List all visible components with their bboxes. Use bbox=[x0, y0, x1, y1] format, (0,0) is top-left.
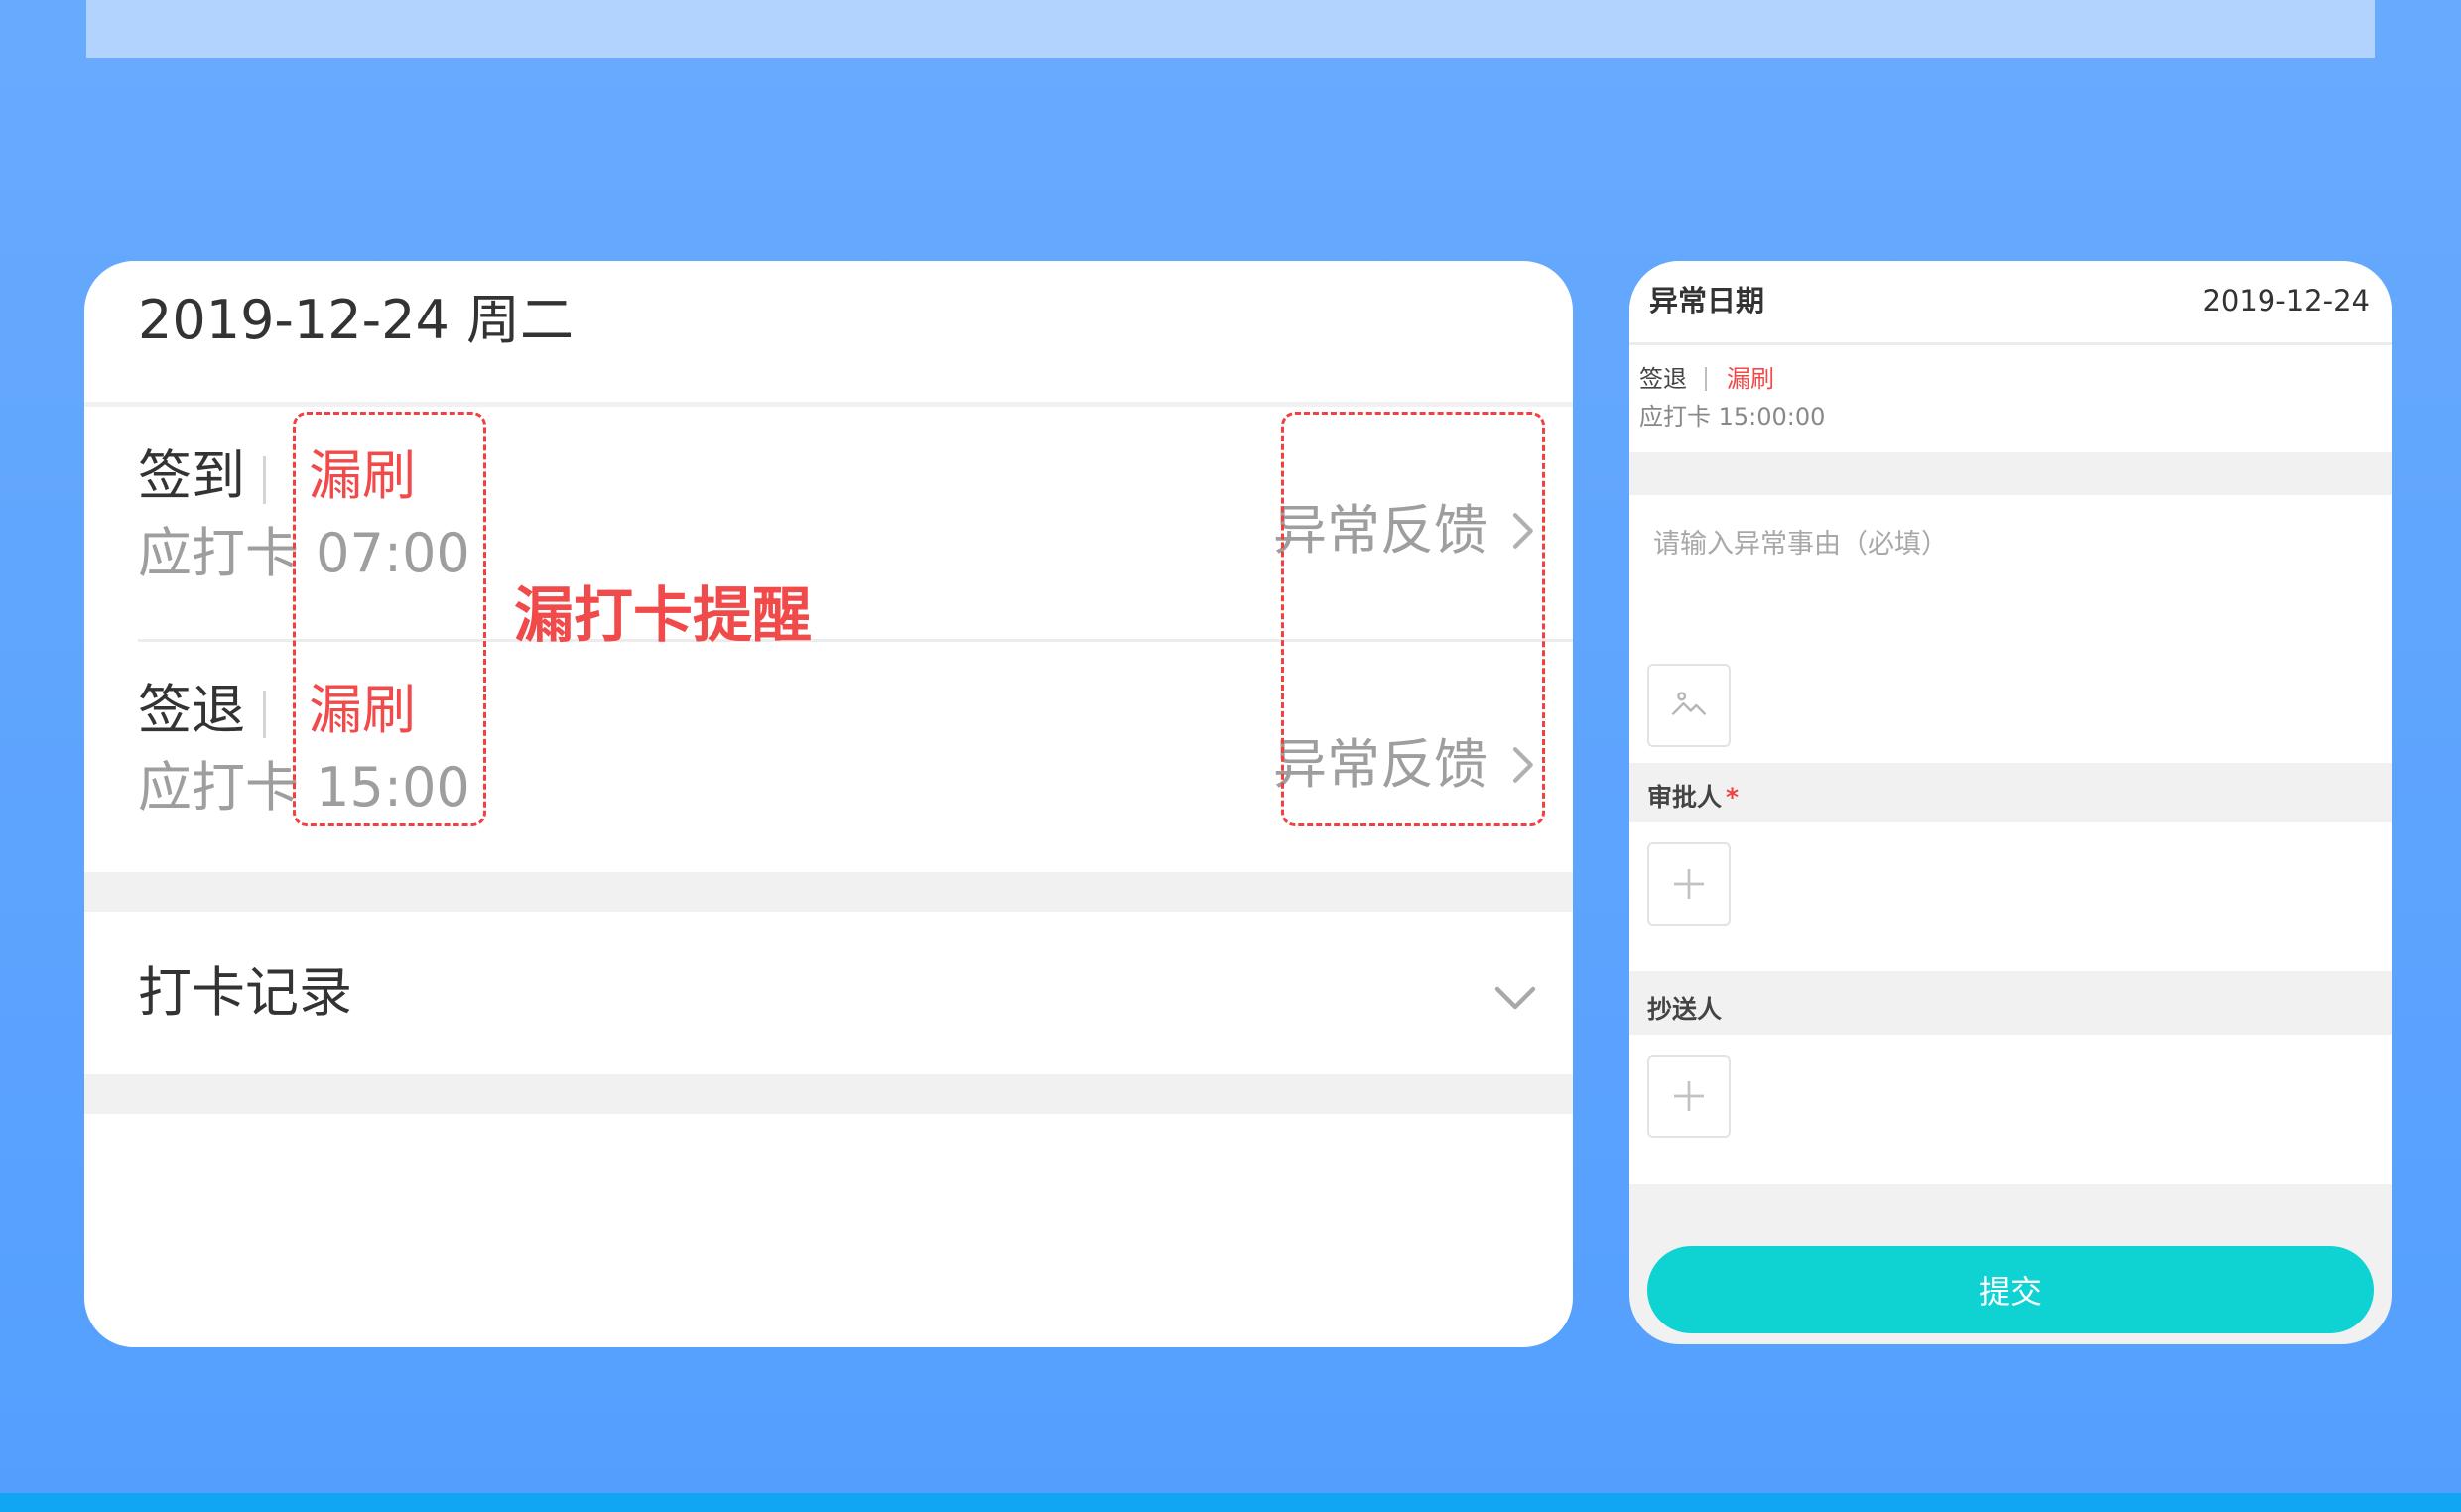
bottom-band bbox=[0, 1493, 2461, 1512]
exception-date-label: 异常日期 bbox=[1649, 284, 1765, 317]
image-upload-button[interactable] bbox=[1647, 664, 1731, 747]
exception-date-row: 异常日期 2019-12-24 bbox=[1629, 261, 2392, 345]
divider bbox=[1705, 367, 1707, 391]
cc-section bbox=[1629, 1035, 2392, 1184]
top-banner-band bbox=[86, 0, 2375, 58]
punch-records-label: 打卡记录 bbox=[138, 961, 352, 1024]
image-upload-icon bbox=[1671, 692, 1707, 716]
punch-records-toggle[interactable]: 打卡记录 bbox=[84, 912, 1573, 1074]
approver-section bbox=[1629, 822, 2392, 971]
attendance-card: 2019-12-24 周二 签到 漏刷 应打卡 07:00 异常反馈 签退 漏刷… bbox=[84, 261, 1573, 1347]
attendance-date: 2019-12-24 周二 bbox=[138, 289, 574, 351]
feedback-highlight bbox=[1281, 412, 1545, 826]
feedback-form-card: 异常日期 2019-12-24 签退 漏刷 应打卡 15:00:00 审批人* … bbox=[1629, 261, 2392, 1344]
missed-status-highlight bbox=[293, 412, 486, 826]
chevron-down-icon bbox=[1494, 986, 1536, 1010]
cc-label: 抄送人 bbox=[1647, 995, 1723, 1024]
approver-label: 审批人 * bbox=[1647, 785, 1739, 810]
exception-status-value: 漏刷 bbox=[1727, 365, 1774, 393]
scheduled-prefix: 应打卡 bbox=[138, 522, 299, 584]
submit-button[interactable]: 提交 bbox=[1647, 1246, 2374, 1333]
exception-scheduled-time: 应打卡 15:00:00 bbox=[1639, 403, 1826, 431]
add-approver-button[interactable] bbox=[1647, 842, 1731, 926]
reason-section bbox=[1629, 495, 2392, 763]
plus-icon bbox=[1674, 1081, 1704, 1111]
check-in-label: 签到 bbox=[138, 444, 245, 507]
required-mark: * bbox=[1726, 783, 1740, 812]
section-gap bbox=[84, 872, 1573, 912]
check-out-label: 签退 bbox=[138, 679, 245, 741]
plus-icon bbox=[1674, 869, 1704, 899]
scheduled-prefix: 应打卡 bbox=[138, 756, 299, 819]
divider bbox=[263, 691, 266, 738]
exception-status-row: 签退 漏刷 应打卡 15:00:00 bbox=[1629, 345, 2392, 452]
exception-type-label: 签退 bbox=[1639, 365, 1687, 393]
date-header: 2019-12-24 周二 bbox=[84, 261, 1573, 407]
add-cc-button[interactable] bbox=[1647, 1055, 1731, 1138]
section-gap bbox=[84, 1074, 1573, 1114]
exception-date-value: 2019-12-24 bbox=[2202, 284, 2370, 317]
missed-punch-annotation: 漏打卡提醒 bbox=[514, 581, 812, 651]
divider bbox=[263, 456, 266, 504]
approver-label-text: 审批人 bbox=[1647, 783, 1723, 812]
reason-input[interactable] bbox=[1651, 513, 2350, 574]
